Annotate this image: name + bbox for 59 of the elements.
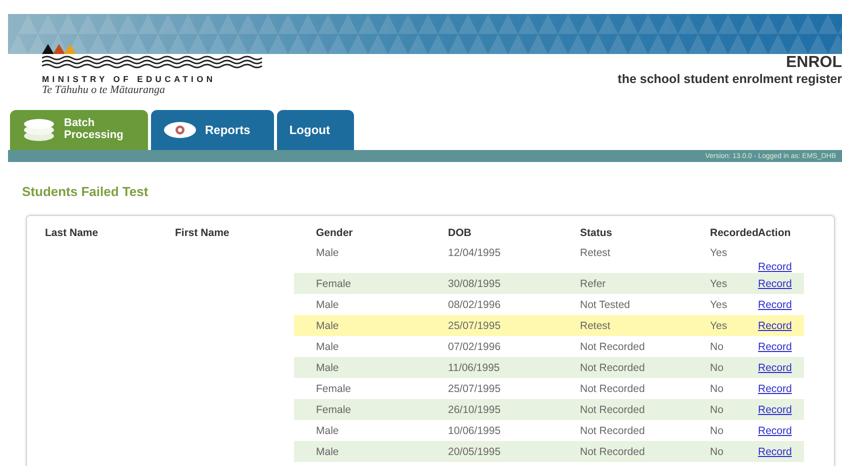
table-cell: Yes bbox=[688, 273, 754, 294]
table-cell: 25/07/1995 bbox=[426, 315, 558, 336]
nav-tab[interactable]: Logout bbox=[277, 110, 354, 150]
record-link[interactable]: Record bbox=[758, 340, 792, 352]
table-cell: Not Recorded bbox=[558, 357, 688, 378]
column-header: Status bbox=[579, 226, 614, 240]
layers-icon bbox=[22, 118, 56, 142]
table-cell: 20/05/1995 bbox=[426, 441, 558, 462]
table-cell: Female bbox=[294, 399, 426, 420]
table-cell: Retest bbox=[558, 315, 688, 336]
table-cell: Female bbox=[294, 273, 426, 294]
table-cell: Not Recorded bbox=[558, 399, 688, 420]
ministry-name: MINISTRY OF EDUCATION bbox=[42, 74, 217, 84]
ministry-tagline: Te Tāhuhu o te Mātauranga bbox=[42, 84, 166, 96]
table-cell-text: 07/02/1996 bbox=[447, 340, 502, 354]
record-link[interactable]: Record bbox=[758, 424, 792, 436]
table-cell-text: Female bbox=[315, 382, 352, 396]
table-cell-text: Yes bbox=[709, 298, 728, 312]
table-cell-text: Male bbox=[315, 424, 340, 438]
table-cell: Refer bbox=[558, 273, 688, 294]
nav-tab[interactable]: Reports bbox=[151, 110, 274, 150]
page-title: Students Failed Test bbox=[22, 184, 150, 199]
column-header: Gender bbox=[315, 226, 354, 240]
app-name: ENROL bbox=[786, 54, 842, 72]
table-cell-text: No bbox=[709, 424, 724, 438]
table-cell-text: Not Recorded bbox=[579, 382, 646, 396]
table-cell: Not Recorded bbox=[558, 441, 688, 462]
table-cell-text: Not Recorded bbox=[579, 340, 646, 354]
table-cell-text: No bbox=[709, 340, 724, 354]
table-cell: 26/10/1995 bbox=[426, 399, 558, 420]
table-cell-text: Male bbox=[315, 298, 340, 312]
record-link[interactable]: Record bbox=[758, 382, 792, 394]
table-cell-text: No bbox=[709, 382, 724, 396]
column-header: Last Name bbox=[44, 226, 100, 240]
table-cell-text: Not Recorded bbox=[579, 424, 646, 438]
table-cell-text: 08/02/1996 bbox=[447, 298, 502, 312]
table-cell: Male bbox=[294, 357, 426, 378]
column-header: DOB bbox=[447, 226, 472, 240]
table-cell: Male bbox=[294, 441, 426, 462]
eye-icon bbox=[163, 121, 197, 139]
app-subtitle: the school student enrolment register bbox=[618, 72, 842, 86]
table-cell: 30/08/1995 bbox=[426, 273, 558, 294]
table-cell: Male bbox=[294, 315, 426, 336]
table-cell-text: Retest bbox=[579, 246, 612, 261]
table-cell: Yes bbox=[688, 315, 754, 336]
record-link[interactable]: Record bbox=[758, 298, 792, 310]
table-cell-text: 25/07/1995 bbox=[447, 382, 502, 396]
record-link[interactable]: Record bbox=[758, 261, 792, 273]
column-header: First Name bbox=[174, 226, 230, 240]
table-cell-text: Male bbox=[315, 246, 340, 261]
table-cell-text: Not Tested bbox=[579, 298, 632, 312]
table-cell: 11/06/1995 bbox=[426, 357, 558, 378]
table-cell-text: 10/06/1995 bbox=[447, 424, 502, 438]
table-cell-text: Male bbox=[315, 340, 340, 354]
table-cell: No bbox=[688, 441, 754, 462]
table-cell-text: Yes bbox=[709, 246, 728, 261]
table-cell: No bbox=[688, 357, 754, 378]
table-cell: No bbox=[688, 399, 754, 420]
table-cell-text: 12/04/1995 bbox=[447, 246, 502, 261]
